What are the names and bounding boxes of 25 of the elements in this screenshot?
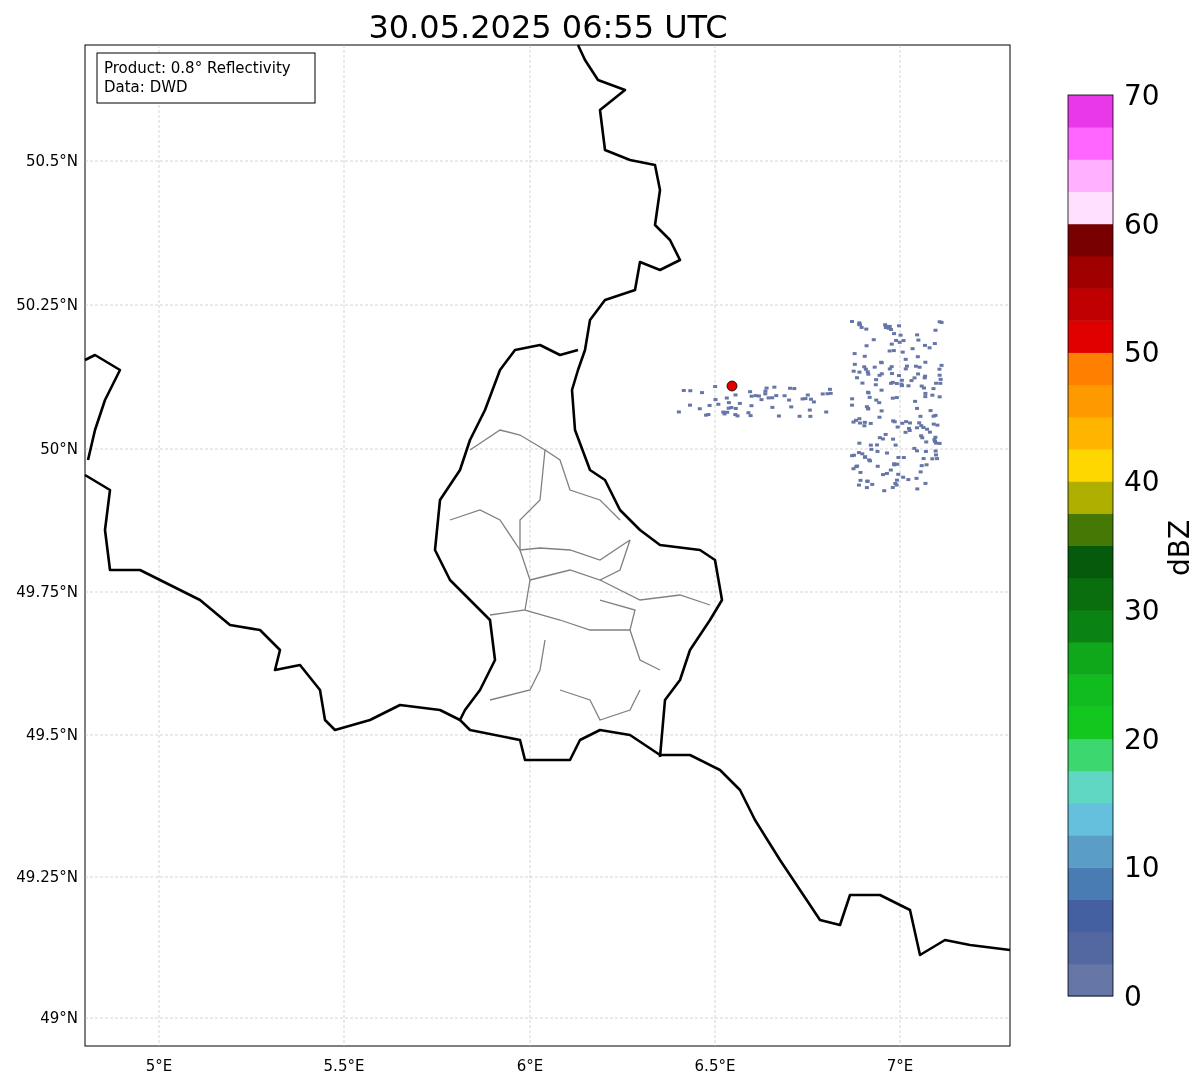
colorbar-tick-label: 10 (1124, 851, 1160, 885)
colorbar-tick-label: 30 (1124, 593, 1160, 627)
colorbar-tick-label: 70 (1124, 79, 1160, 112)
colorbar-tick-label: 50 (1124, 336, 1160, 370)
colorbar-tick-label: 60 (1124, 207, 1160, 241)
longitude-label: 6.5°E (694, 1057, 736, 1075)
colorbar-tick-label: 20 (1124, 722, 1160, 756)
latitude-label: 49.75°N (16, 583, 78, 601)
colorbar-tick-label: 40 (1124, 465, 1160, 499)
radar-site-marker (726, 380, 738, 392)
info-text: Product: 0.8° Reflectivity (104, 59, 291, 77)
colorbar-tick-label: 0 (1124, 980, 1142, 1013)
longitude-label: 6°E (516, 1057, 544, 1075)
longitude-label: 5°E (145, 1057, 173, 1075)
latitude-label: 50.5°N (25, 152, 78, 170)
latitude-label: 49.5°N (25, 726, 78, 744)
latitude-label: 50.25°N (16, 296, 78, 314)
longitude-label: 7°E (886, 1057, 914, 1075)
latitude-label: 50°N (40, 440, 78, 458)
colorbar-label: dBZ (1163, 519, 1196, 577)
latitude-label: 49°N (40, 1009, 78, 1027)
latitude-label: 49.25°N (16, 868, 78, 886)
figure-title: 30.05.2025 06:55 UTC (368, 8, 728, 46)
longitude-label: 5.5°E (323, 1057, 365, 1075)
info-text: Data: DWD (104, 78, 188, 96)
